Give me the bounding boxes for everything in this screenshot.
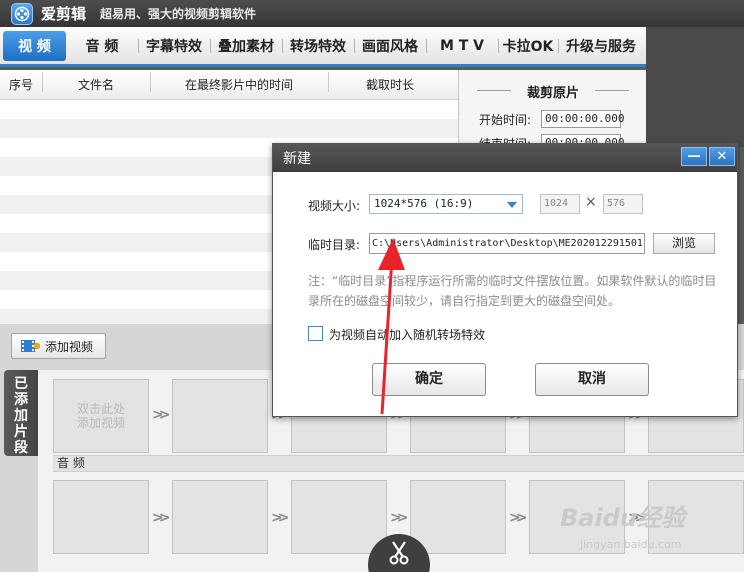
tab-subtitle-effects[interactable]: 字幕特效 — [138, 31, 210, 61]
app-slogan: 超易用、强大的视频剪辑软件 — [100, 7, 257, 21]
chevron-right-icon: >> — [152, 407, 171, 423]
audio-clip-slot[interactable] — [410, 480, 506, 554]
temp-dir-note: 注：“临时目录”指程序运行所需的临时文件摆放位置。如果软件默认的临时目录所在的磁… — [308, 274, 717, 308]
tab-karaoke[interactable]: 卡拉OK — [498, 31, 558, 61]
tab-upgrade-service[interactable]: 升级与服务 — [558, 31, 644, 61]
video-size-select[interactable]: 1024*576 (16:9) — [369, 194, 523, 214]
width-input[interactable]: 1024 — [540, 194, 580, 214]
chevron-right-icon: >> — [271, 510, 290, 526]
main-menu-bar: 视 频 音 频 字幕特效 叠加素材 转场特效 画面风格 M T V 卡拉OK 升… — [0, 27, 646, 67]
column-header-filename[interactable]: 文件名 — [42, 72, 150, 93]
minimize-icon: — — [687, 149, 701, 164]
crop-panel-title: 裁剪原片 — [477, 80, 629, 101]
baidu-watermark-url: jingyan.baidu.com — [580, 538, 682, 551]
film-reel-logo-icon — [11, 2, 33, 25]
tab-audio[interactable]: 音 频 — [66, 31, 138, 61]
audio-clip-slot[interactable] — [53, 480, 149, 554]
title-bar: 爱剪辑 超易用、强大的视频剪辑软件 — [0, 0, 744, 27]
preview-area — [646, 27, 744, 147]
chevron-right-icon: >> — [509, 510, 528, 526]
crop-start-input[interactable]: 00:00:00.000 — [541, 110, 624, 128]
app-name: 爱剪辑 — [41, 5, 87, 23]
audio-clip-slot[interactable] — [291, 480, 387, 554]
side-tab-label: 已添加片段 — [14, 376, 28, 456]
audio-track-header: 音 频 — [53, 455, 744, 472]
clip-slot-add[interactable]: 双击此处 添加视频 — [53, 379, 149, 453]
dialog-window-controls: — ✕ — [681, 147, 735, 166]
tab-overlay-material[interactable]: 叠加素材 — [210, 31, 282, 61]
added-clips-side-tab[interactable]: 已添加片段 — [4, 370, 38, 456]
video-size-label: 视频大小: — [308, 199, 361, 213]
temp-dir-input[interactable]: C:\Users\Administrator\Desktop\ME2020122… — [369, 233, 645, 254]
close-button[interactable]: ✕ — [709, 147, 735, 166]
random-transition-checkbox[interactable] — [308, 326, 323, 341]
close-icon: ✕ — [716, 149, 728, 164]
clip-slot[interactable] — [172, 379, 268, 453]
minimize-button[interactable]: — — [681, 147, 707, 166]
video-size-value: 1024*576 (16:9) — [374, 197, 474, 210]
table-row — [0, 100, 458, 119]
clip-placeholder-text: 双击此处 添加视频 — [76, 402, 125, 430]
ok-button[interactable]: 确定 — [372, 363, 486, 396]
tab-transition-effects[interactable]: 转场特效 — [282, 31, 354, 61]
height-input[interactable]: 576 — [603, 194, 643, 214]
scissors-icon — [388, 540, 410, 572]
cancel-button[interactable]: 取消 — [535, 363, 649, 396]
tab-picture-style[interactable]: 画面风格 — [354, 31, 426, 61]
add-video-button[interactable]: 添加视频 — [11, 333, 106, 359]
crop-start-row: 开始时间: 00:00:00.000 — [479, 109, 646, 129]
dialog-title: 新建 — [283, 151, 311, 167]
audio-clip-slot[interactable] — [172, 480, 268, 554]
random-transition-label[interactable]: 为视频自动加入随机转场特效 — [329, 326, 485, 343]
column-header-duration[interactable]: 截取时长 — [328, 72, 452, 93]
tab-mtv[interactable]: M T V — [426, 31, 498, 61]
table-row — [0, 119, 458, 138]
times-icon: × — [585, 194, 597, 210]
column-header-index[interactable]: 序号 — [0, 76, 42, 93]
chevron-right-icon: >> — [152, 510, 171, 526]
temp-dir-label: 临时目录: — [308, 238, 361, 252]
add-video-label: 添加视频 — [45, 339, 94, 354]
new-project-dialog: 新建 — ✕ 视频大小: 1024*576 (16:9) 1024 × 576 … — [272, 143, 738, 417]
browse-button[interactable]: 浏览 — [653, 233, 715, 254]
column-header-timeline-time[interactable]: 在最终影片中的时间 — [150, 72, 328, 93]
tab-video[interactable]: 视 频 — [3, 30, 66, 61]
crop-start-label: 开始时间: — [479, 112, 532, 127]
dialog-title-bar: 新建 — ✕ — [273, 144, 737, 172]
table-header: 序号 文件名 在最终影片中的时间 截取时长 — [0, 70, 458, 100]
chevron-down-icon — [507, 202, 517, 208]
film-add-icon — [20, 338, 40, 354]
chevron-right-icon: >> — [390, 510, 409, 526]
baidu-watermark: Baidu经验 — [560, 504, 685, 532]
